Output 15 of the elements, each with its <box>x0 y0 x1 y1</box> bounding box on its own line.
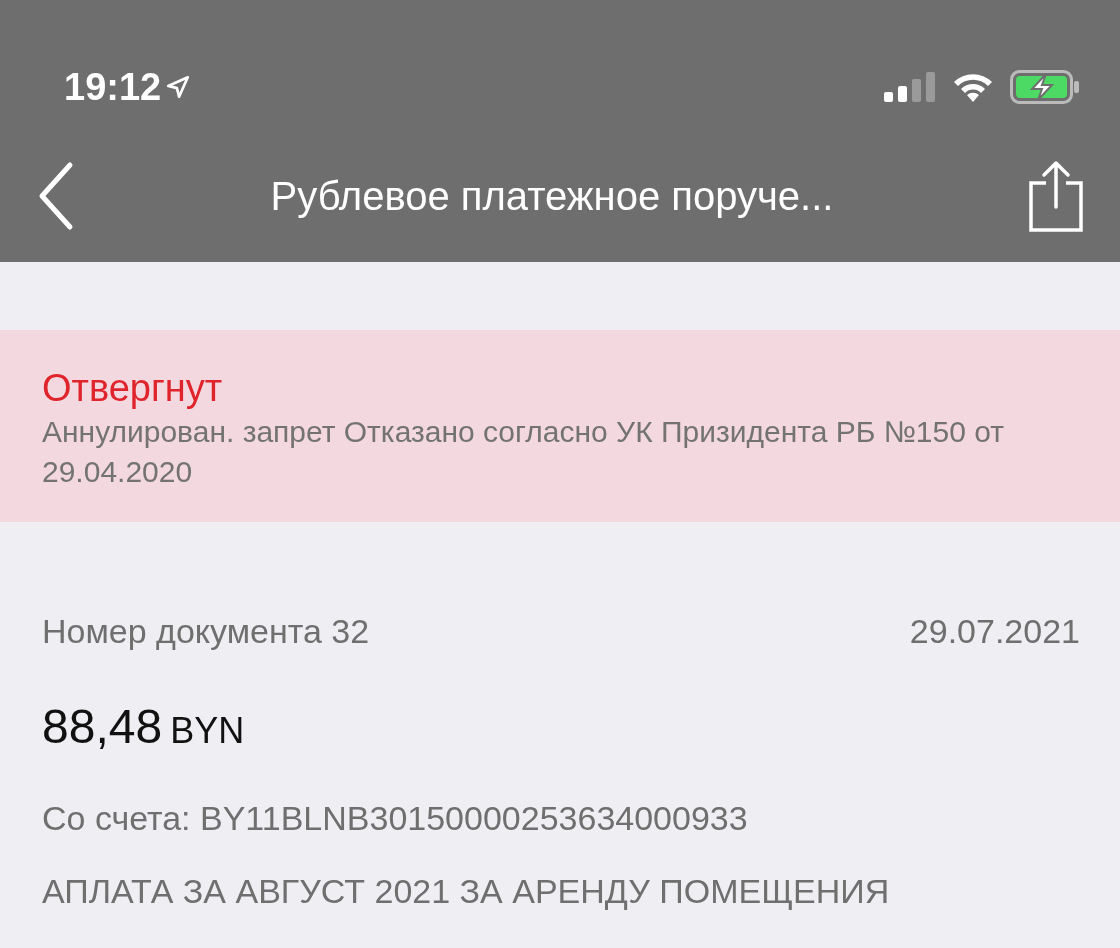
document-date: 29.07.2021 <box>909 610 1080 652</box>
status-reason: Аннулирован. запрет Отказано согласно УК Призидента РБ №150 от 29.04.2020 <box>42 413 1006 490</box>
account-number: Со счета: BY11BLNB30150000253634000933 <box>42 797 749 839</box>
payment-purpose: АПЛАТА ЗА АВГУСТ 2021 ЗА АРЕНДУ ПОМЕЩЕНИЯ <box>42 870 891 912</box>
screen-title: Рублевое платежное поруче... <box>270 176 834 216</box>
wifi-icon <box>952 72 994 102</box>
amount: 88,48 <box>42 698 163 755</box>
signal-icon <box>884 72 936 102</box>
clock-time: 19:12 <box>64 68 162 106</box>
currency: BYN <box>170 708 245 753</box>
location-arrow-icon <box>165 74 192 100</box>
battery-icon <box>1010 70 1080 104</box>
status-label: Отвергнут <box>42 366 224 411</box>
document-number: Номер документа 32 <box>42 610 370 652</box>
share-icon[interactable] <box>1028 159 1084 233</box>
